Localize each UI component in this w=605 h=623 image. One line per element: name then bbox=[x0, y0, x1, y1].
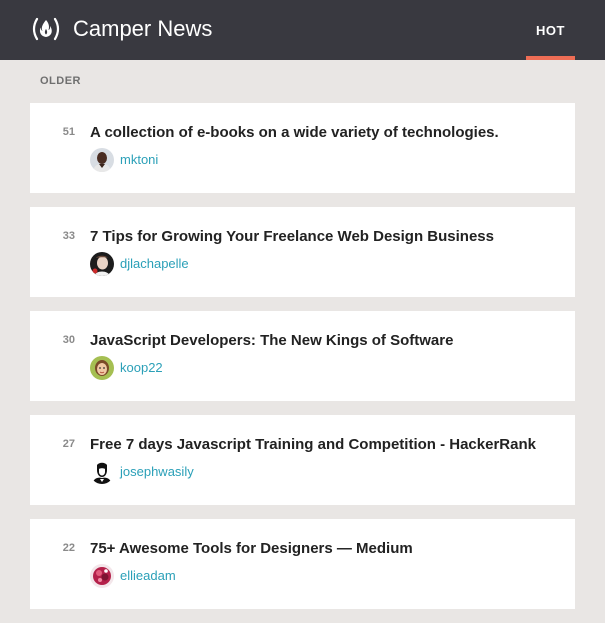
story-points: 27 bbox=[62, 438, 75, 450]
active-tab-indicator bbox=[526, 56, 575, 60]
app-title[interactable]: Camper News bbox=[73, 15, 212, 43]
section-label-older: OLDER bbox=[40, 75, 81, 87]
story-card: 27 Free 7 days Javascript Training and C… bbox=[30, 415, 575, 505]
author-avatar[interactable] bbox=[90, 356, 114, 380]
story-title-link[interactable]: 75+ Awesome Tools for Designers — Medium bbox=[90, 539, 413, 559]
author-avatar[interactable] bbox=[90, 148, 114, 172]
story-title-link[interactable]: A collection of e-books on a wide variet… bbox=[90, 123, 499, 143]
story-points: 51 bbox=[62, 126, 75, 138]
author-link[interactable]: josephwasily bbox=[120, 464, 194, 480]
story-points: 22 bbox=[62, 542, 75, 554]
author-link[interactable]: ellieadam bbox=[120, 568, 176, 584]
top-nav-bar: Camper News HOT bbox=[0, 0, 605, 60]
story-title-link[interactable]: 7 Tips for Growing Your Freelance Web De… bbox=[90, 227, 494, 247]
author-link[interactable]: djlachapelle bbox=[120, 256, 189, 272]
tab-hot[interactable]: HOT bbox=[526, 0, 575, 60]
story-title-link[interactable]: Free 7 days Javascript Training and Comp… bbox=[90, 435, 536, 455]
author-avatar[interactable] bbox=[90, 564, 114, 588]
freecodecamp-fire-icon[interactable] bbox=[30, 16, 62, 42]
story-points: 33 bbox=[62, 230, 75, 242]
story-card: 51 A collection of e-books on a wide var… bbox=[30, 103, 575, 193]
story-title-link[interactable]: JavaScript Developers: The New Kings of … bbox=[90, 331, 453, 351]
story-points: 30 bbox=[62, 334, 75, 346]
author-link[interactable]: mktoni bbox=[120, 152, 158, 168]
author-link[interactable]: koop22 bbox=[120, 360, 163, 376]
author-avatar[interactable] bbox=[90, 252, 114, 276]
author-avatar[interactable] bbox=[90, 460, 114, 484]
story-card: 33 7 Tips for Growing Your Freelance Web… bbox=[30, 207, 575, 297]
story-card: 22 75+ Awesome Tools for Designers — Med… bbox=[30, 519, 575, 609]
story-card: 30 JavaScript Developers: The New Kings … bbox=[30, 311, 575, 401]
